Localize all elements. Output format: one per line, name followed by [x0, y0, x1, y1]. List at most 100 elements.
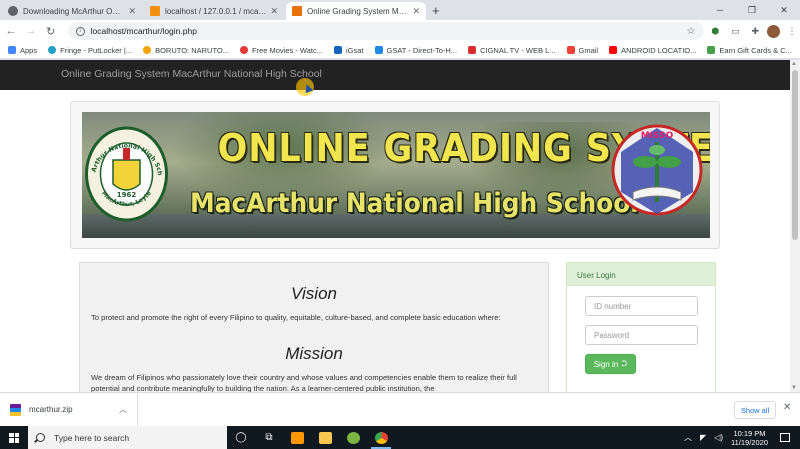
system-tray: ︿ ◤ ◁) 10:19 PM 11/19/2020 — [684, 426, 800, 449]
tab-favicon-icon — [150, 6, 160, 16]
bookmark-favicon-icon — [240, 46, 248, 54]
taskbar-search-placeholder: Type here to search — [54, 432, 130, 443]
show-all-button[interactable]: Show all — [734, 401, 776, 419]
windows-logo-icon — [9, 432, 19, 443]
profile-avatar[interactable] — [767, 24, 781, 38]
page-viewport: Online Grading System MacArthur National… — [0, 60, 790, 392]
tab-title: localhost / 127.0.0.1 / mcarthur — [165, 6, 267, 16]
youtube-icon — [609, 46, 618, 54]
site-navbar: Online Grading System MacArthur National… — [0, 60, 790, 90]
cursor-arrow-icon — [302, 82, 314, 94]
banner-title: ONLINE GRADING SYSTEM — [217, 126, 710, 170]
download-shelf: mcarthur.zip ︿ Show all ✕ — [0, 392, 800, 426]
bookmark-item[interactable]: Fringe - PutLocker |... — [48, 46, 132, 55]
notifications-icon[interactable] — [780, 433, 790, 442]
password-input[interactable]: Password — [585, 325, 698, 345]
bookmark-item[interactable]: ANDROID LOCATIO... — [609, 46, 696, 55]
new-tab-button[interactable]: + — [432, 2, 440, 20]
gmail-icon — [566, 46, 575, 54]
apps-grid-icon — [8, 46, 16, 54]
tab-close-icon[interactable]: ✕ — [128, 6, 136, 17]
site-brand[interactable]: Online Grading System MacArthur National… — [61, 68, 322, 80]
extension-shield-icon[interactable]: ⬢ — [708, 23, 724, 39]
close-downloads-icon[interactable]: ✕ — [783, 402, 791, 413]
bookmark-item[interactable]: Free Movies - Watc... — [240, 46, 323, 55]
file-explorer-icon[interactable] — [311, 426, 339, 449]
download-item[interactable]: mcarthur.zip ︿ — [0, 393, 138, 426]
windows-taskbar: Type here to search ◯ ⧉ ︿ ◤ ◁) 10:19 PM … — [0, 426, 800, 449]
bookmark-item[interactable]: BORUTO: NARUTO... — [143, 46, 229, 55]
cortana-icon[interactable]: ◯ — [227, 426, 255, 449]
tab-close-icon[interactable]: ✕ — [412, 6, 420, 17]
close-window-icon[interactable]: ✕ — [768, 0, 800, 20]
school-banner: 1962 MacArthur National High School MacA… — [82, 112, 710, 238]
bookmark-gmail[interactable]: Gmail — [566, 46, 598, 55]
clock-date: 11/19/2020 — [731, 437, 768, 447]
back-arrow-icon[interactable]: ← — [2, 22, 20, 40]
forward-arrow-icon[interactable]: → — [22, 22, 40, 40]
bookmark-favicon-icon — [707, 46, 716, 54]
tab-downloading[interactable]: Downloading McArthur Online Grading Syst… — [2, 2, 142, 20]
bookmark-star-icon[interactable]: ☆ — [687, 26, 696, 37]
scroll-down-icon[interactable]: ▼ — [791, 385, 797, 391]
bookmark-item[interactable]: iGsat — [333, 46, 364, 55]
bookmark-favicon-icon — [48, 46, 57, 54]
zip-file-icon — [10, 403, 21, 416]
chrome-icon[interactable] — [367, 426, 395, 449]
bookmark-favicon-icon — [468, 46, 477, 54]
url-text: localhost/mcarthur/login.php — [90, 26, 197, 36]
taskbar-search[interactable]: Type here to search — [28, 426, 227, 449]
chevron-up-icon[interactable]: ︿ — [119, 404, 127, 415]
restore-icon[interactable]: ❐ — [736, 0, 768, 20]
scroll-up-icon[interactable]: ▲ — [791, 61, 797, 67]
window-controls: ─ ❐ ✕ — [704, 0, 800, 20]
bookmark-item[interactable]: Earn Gift Cards & C... — [707, 46, 792, 55]
tab-favicon-icon — [292, 6, 302, 16]
search-icon — [36, 433, 45, 442]
bookmark-apps[interactable]: Apps — [8, 46, 37, 55]
tab-title: Online Grading System MacArthur National… — [307, 6, 408, 16]
tab-close-icon[interactable]: ✕ — [270, 6, 278, 17]
tab-grading-system[interactable]: Online Grading System MacArthur National… — [286, 2, 426, 20]
browser-tab-strip: Downloading McArthur Online Grading Syst… — [0, 0, 800, 20]
volume-icon[interactable]: ◁) — [714, 433, 723, 442]
start-button[interactable] — [0, 426, 28, 449]
task-view-icon[interactable]: ⧉ — [255, 426, 283, 449]
sign-in-label: Sign in — [593, 359, 619, 369]
mission-heading: Mission — [285, 344, 343, 363]
login-panel-title: User Login — [567, 263, 715, 286]
sign-in-icon: ⮊ — [621, 359, 628, 368]
page-scrollbar[interactable]: ▲ ▼ — [790, 60, 800, 392]
sign-in-button[interactable]: Sign in ⮊ — [585, 354, 636, 374]
sublime-text-icon[interactable] — [283, 426, 311, 449]
tab-favicon-icon — [8, 6, 18, 16]
user-login-panel: User Login ID number Password Sign in ⮊ — [566, 262, 716, 392]
tab-phpmyadmin[interactable]: localhost / 127.0.0.1 / mcarthur ✕ — [144, 2, 284, 20]
app-icon[interactable] — [339, 426, 367, 449]
bookmarks-bar: Apps Fringe - PutLocker |... BORUTO: NAR… — [0, 42, 800, 59]
taskbar-clock[interactable]: 10:19 PM 11/19/2020 — [731, 429, 768, 447]
minimize-icon[interactable]: ─ — [704, 0, 736, 20]
school-seal-icon: 1962 MacArthur National High School MacA… — [85, 126, 168, 222]
address-bar[interactable]: i localhost/mcarthur/login.php ☆ — [67, 22, 704, 40]
id-number-input[interactable]: ID number — [585, 296, 698, 316]
svg-text:1962: 1962 — [117, 191, 137, 199]
misso-seal-icon: MISSO — [611, 124, 703, 216]
reload-icon[interactable]: ↻ — [42, 22, 60, 40]
browser-menu-icon[interactable]: ⋮ — [784, 23, 800, 39]
extension-cast-icon[interactable]: ▭ — [727, 23, 743, 39]
mouse-cursor-highlight — [296, 78, 314, 96]
browser-toolbar: ← → ↻ i localhost/mcarthur/login.php ☆ ⬢… — [0, 20, 800, 42]
chevron-up-icon[interactable]: ︿ — [684, 432, 692, 443]
bookmark-item[interactable]: GSAT - Direct-To-H... — [374, 46, 457, 55]
bookmark-favicon-icon — [333, 46, 342, 54]
extensions-puzzle-icon[interactable]: ✚ — [747, 23, 763, 39]
bookmark-item[interactable]: CIGNAL TV - WEB L... — [468, 46, 556, 55]
tab-title: Downloading McArthur Online Grading Syst… — [23, 6, 125, 16]
banner-container: 1962 MacArthur National High School MacA… — [70, 101, 720, 249]
site-info-icon[interactable]: i — [75, 26, 85, 36]
download-file-name: mcarthur.zip — [29, 405, 73, 414]
svg-text:MISSO: MISSO — [641, 131, 674, 141]
network-icon[interactable]: ◤ — [700, 433, 706, 442]
scrollbar-thumb[interactable] — [792, 70, 798, 240]
